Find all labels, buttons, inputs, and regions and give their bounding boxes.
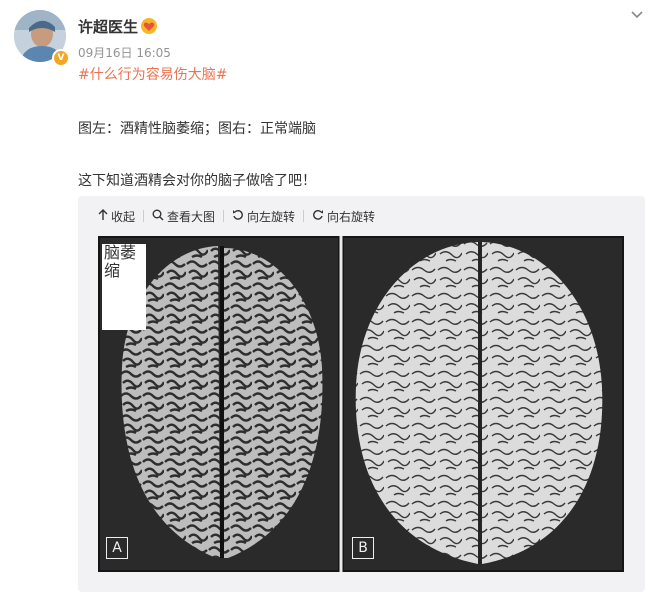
rotate-left-icon xyxy=(232,209,244,224)
brain-comparison-image[interactable]: 脑萎缩 A B xyxy=(98,236,624,572)
media-toolbar: 收起 查看大图 向左旋转 向右旋转 xyxy=(98,206,375,226)
divider xyxy=(303,210,305,222)
atrophy-label: 脑萎缩 xyxy=(102,244,146,330)
panel-label-a: A xyxy=(106,537,128,559)
rotate-right-icon xyxy=(312,209,324,224)
vip-badge-icon xyxy=(141,18,157,34)
rotate-right-button[interactable]: 向右旋转 xyxy=(312,208,375,225)
arrow-up-icon xyxy=(98,208,108,224)
post-text-line: 这下知道酒精会对你的脑子做啥了吧！ xyxy=(78,173,316,189)
rotate-left-label: 向左旋转 xyxy=(247,209,296,224)
brain-photo-drawing xyxy=(98,236,624,572)
collapse-label: 收起 xyxy=(111,209,136,224)
view-large-button[interactable]: 查看大图 xyxy=(152,208,215,225)
view-large-label: 查看大图 xyxy=(167,209,216,224)
chevron-down-icon[interactable] xyxy=(630,8,644,22)
panel-label-b: B xyxy=(352,537,374,559)
collapse-button[interactable]: 收起 xyxy=(98,208,135,225)
post-time[interactable]: 09月16日 16:05 xyxy=(78,44,171,61)
media-container: 收起 查看大图 向左旋转 向右旋转 脑萎缩 A B xyxy=(78,196,645,592)
rotate-left-button[interactable]: 向左旋转 xyxy=(232,208,295,225)
user-name[interactable]: 许超医生 xyxy=(78,16,138,37)
magnifier-icon xyxy=(152,209,164,224)
post-text-line: 图左：酒精性脑萎缩；图右：正常端脑 xyxy=(78,121,316,137)
divider xyxy=(143,210,145,222)
rotate-right-label: 向右旋转 xyxy=(327,209,376,224)
verified-badge-icon: V xyxy=(52,49,70,67)
hashtag-link[interactable]: #什么行为容易伤大脑# xyxy=(78,64,227,84)
divider xyxy=(223,210,225,222)
